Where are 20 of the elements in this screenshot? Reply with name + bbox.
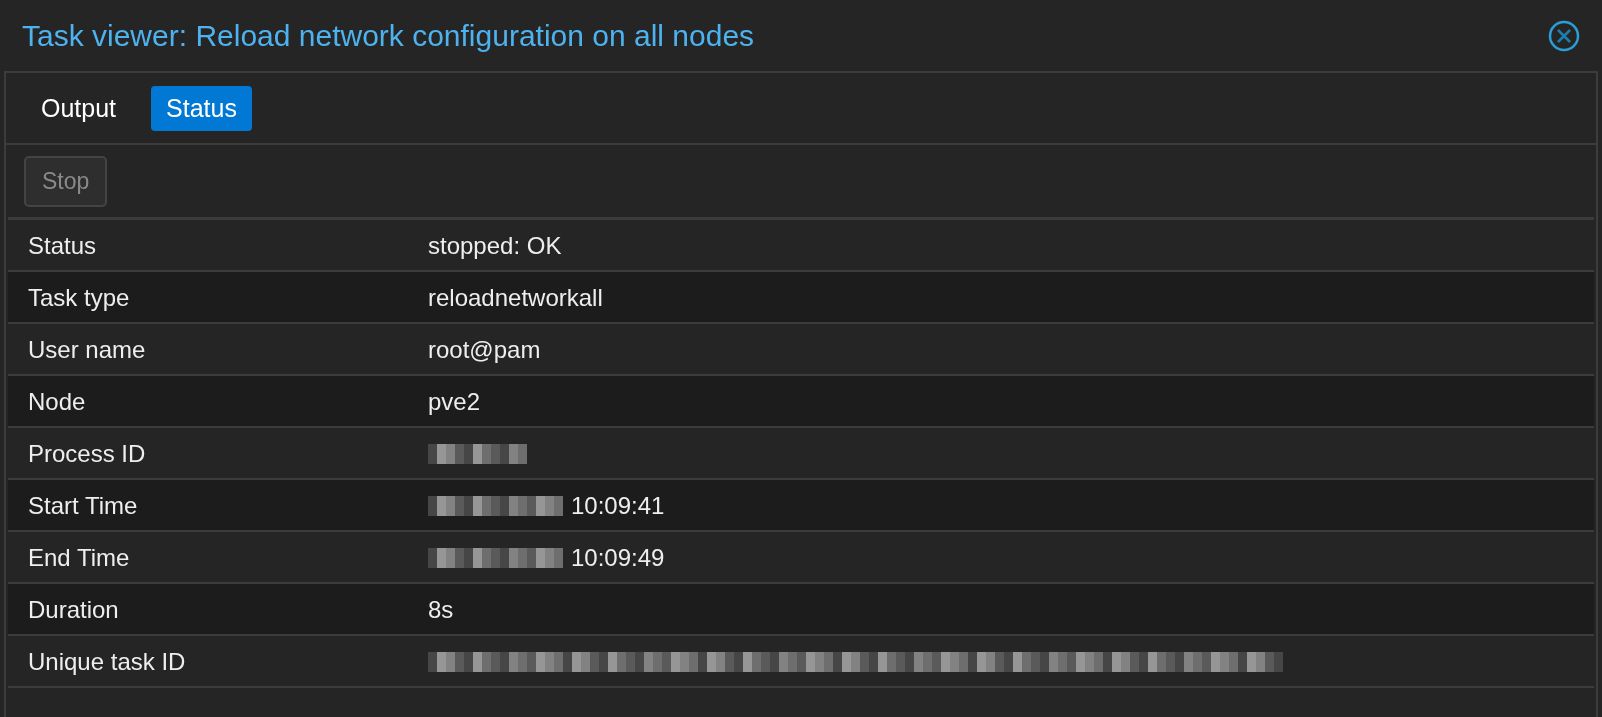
row-label: End Time xyxy=(27,544,131,572)
row-label: Process ID xyxy=(27,440,147,468)
row-value: 10:09:41 xyxy=(571,492,665,520)
row-value: root@pam xyxy=(428,336,541,364)
row-value: reloadnetworkall xyxy=(428,284,603,312)
row-value: stopped: OK xyxy=(428,232,562,260)
row-value: pve2 xyxy=(428,388,481,416)
row-label: Task type xyxy=(27,284,131,312)
row-label: Duration xyxy=(27,596,120,624)
row-label: Start Time xyxy=(27,492,139,520)
row-value: 10:09:49 xyxy=(571,544,665,572)
row-label: Unique task ID xyxy=(27,648,187,676)
close-icon[interactable] xyxy=(1548,19,1580,52)
row-value: 8s xyxy=(428,596,454,624)
row-label: User name xyxy=(27,336,147,364)
row-label: Node xyxy=(27,388,87,416)
window-title: Task viewer: Reload network configuration on all nodes xyxy=(22,18,755,53)
tab[interactable]: Output xyxy=(26,86,132,131)
tab[interactable]: Status xyxy=(151,86,252,131)
row-label: Status xyxy=(27,232,98,260)
